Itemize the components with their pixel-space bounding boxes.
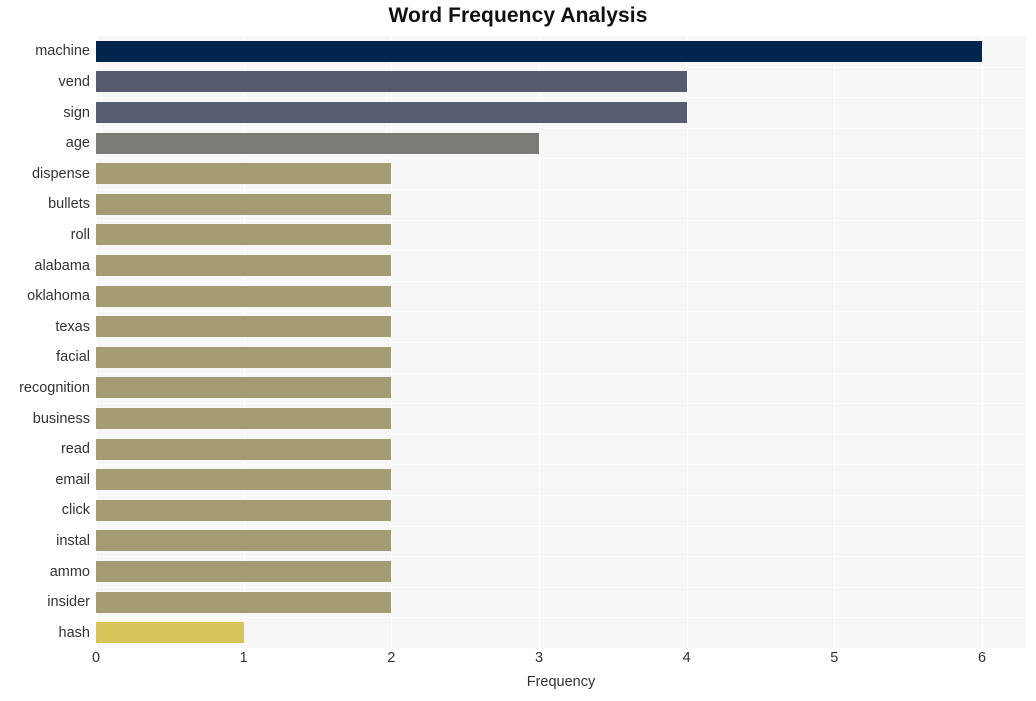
row-separator: [96, 189, 1026, 190]
row-separator: [96, 128, 1026, 129]
y-tick-label-ammo: ammo: [49, 563, 90, 580]
y-tick-label-roll: roll: [70, 226, 90, 243]
x-tick-label-4: 4: [682, 650, 691, 666]
y-tick-label-click: click: [61, 502, 90, 519]
gridline-0: [96, 36, 97, 648]
y-tick-label-instal: instal: [56, 532, 90, 549]
bar-insider: [96, 591, 392, 613]
y-tick-label-oklahoma: oklahoma: [27, 288, 90, 305]
row-separator: [96, 342, 1026, 343]
row-separator: [96, 403, 1026, 404]
x-axis-ticks: 0 1 2 3 4 5 6: [92, 648, 1026, 674]
y-tick-label-alabama: alabama: [34, 257, 90, 274]
row-separator: [96, 556, 1026, 557]
row-separator: [96, 220, 1026, 221]
y-tick-label-hash: hash: [58, 624, 90, 641]
row-separator: [96, 311, 1026, 312]
y-tick-label-read: read: [60, 441, 90, 458]
y-tick-label-sign: sign: [63, 104, 90, 121]
bar-sign: [96, 102, 687, 123]
bar-machine: [96, 40, 982, 62]
bar-read: [96, 438, 392, 460]
y-tick-label-business: business: [32, 410, 90, 427]
bar-dispense: [96, 163, 392, 185]
bar-facial: [96, 346, 392, 368]
y-tick-label-bullets: bullets: [48, 196, 90, 213]
gridline-5: [834, 36, 836, 648]
row-separator: [96, 526, 1026, 527]
row-separator: [96, 373, 1026, 374]
row-separator: [96, 587, 1026, 588]
bar-recognition: [96, 377, 392, 399]
bar-hash: [96, 622, 244, 644]
row-separator: [96, 617, 1026, 618]
bar-vend: [96, 71, 687, 93]
bar-age: [96, 132, 539, 154]
gridline-3: [539, 36, 540, 648]
y-tick-label-age: age: [65, 135, 90, 152]
y-tick-label-insider: insider: [47, 594, 90, 611]
x-tick-label-3: 3: [534, 650, 544, 666]
y-tick-label-vend: vend: [58, 73, 90, 90]
x-axis-title: Frequency: [526, 674, 596, 690]
plot-area: [96, 36, 1026, 648]
x-tick-label-2: 2: [387, 650, 396, 666]
row-separator: [96, 67, 1026, 68]
gridline-4: [686, 36, 688, 648]
row-separator: [96, 495, 1026, 496]
word-frequency-chart: Word Frequency Analysis machine vend sign a…: [0, 0, 1036, 701]
bar-bullets: [96, 193, 392, 215]
gridline-1: [243, 36, 245, 648]
bar-roll: [96, 224, 392, 246]
row-separator: [96, 464, 1026, 465]
gridline-2: [391, 36, 393, 648]
x-tick-label-1: 1: [239, 650, 248, 666]
bar-click: [96, 499, 392, 521]
x-tick-label-5: 5: [830, 650, 839, 666]
bar-ammo: [96, 561, 392, 582]
row-separator: [96, 250, 1026, 251]
y-tick-label-facial: facial: [56, 349, 90, 366]
bar-oklahoma: [96, 285, 392, 307]
row-separator: [96, 434, 1026, 435]
x-tick-label-0: 0: [91, 650, 101, 666]
y-axis-labels: machine vend sign age dispense bullets roll ala…: [0, 36, 90, 648]
row-separator: [96, 97, 1026, 98]
chart-title: Word Frequency Analysis: [388, 4, 648, 27]
y-tick-label-machine: machine: [35, 43, 90, 60]
row-separator: [96, 281, 1026, 282]
gridline-6: [982, 36, 983, 648]
bar-business: [96, 408, 392, 429]
bar-instal: [96, 530, 392, 552]
y-tick-label-email: email: [55, 471, 90, 488]
bar-texas: [96, 316, 392, 338]
row-separator: [96, 158, 1026, 159]
y-tick-label-texas: texas: [55, 318, 90, 335]
bar-alabama: [96, 255, 392, 276]
y-tick-label-dispense: dispense: [31, 165, 90, 182]
bar-email: [96, 469, 392, 491]
x-tick-label-6: 6: [977, 650, 987, 666]
y-tick-label-recognition: recognition: [19, 379, 90, 396]
